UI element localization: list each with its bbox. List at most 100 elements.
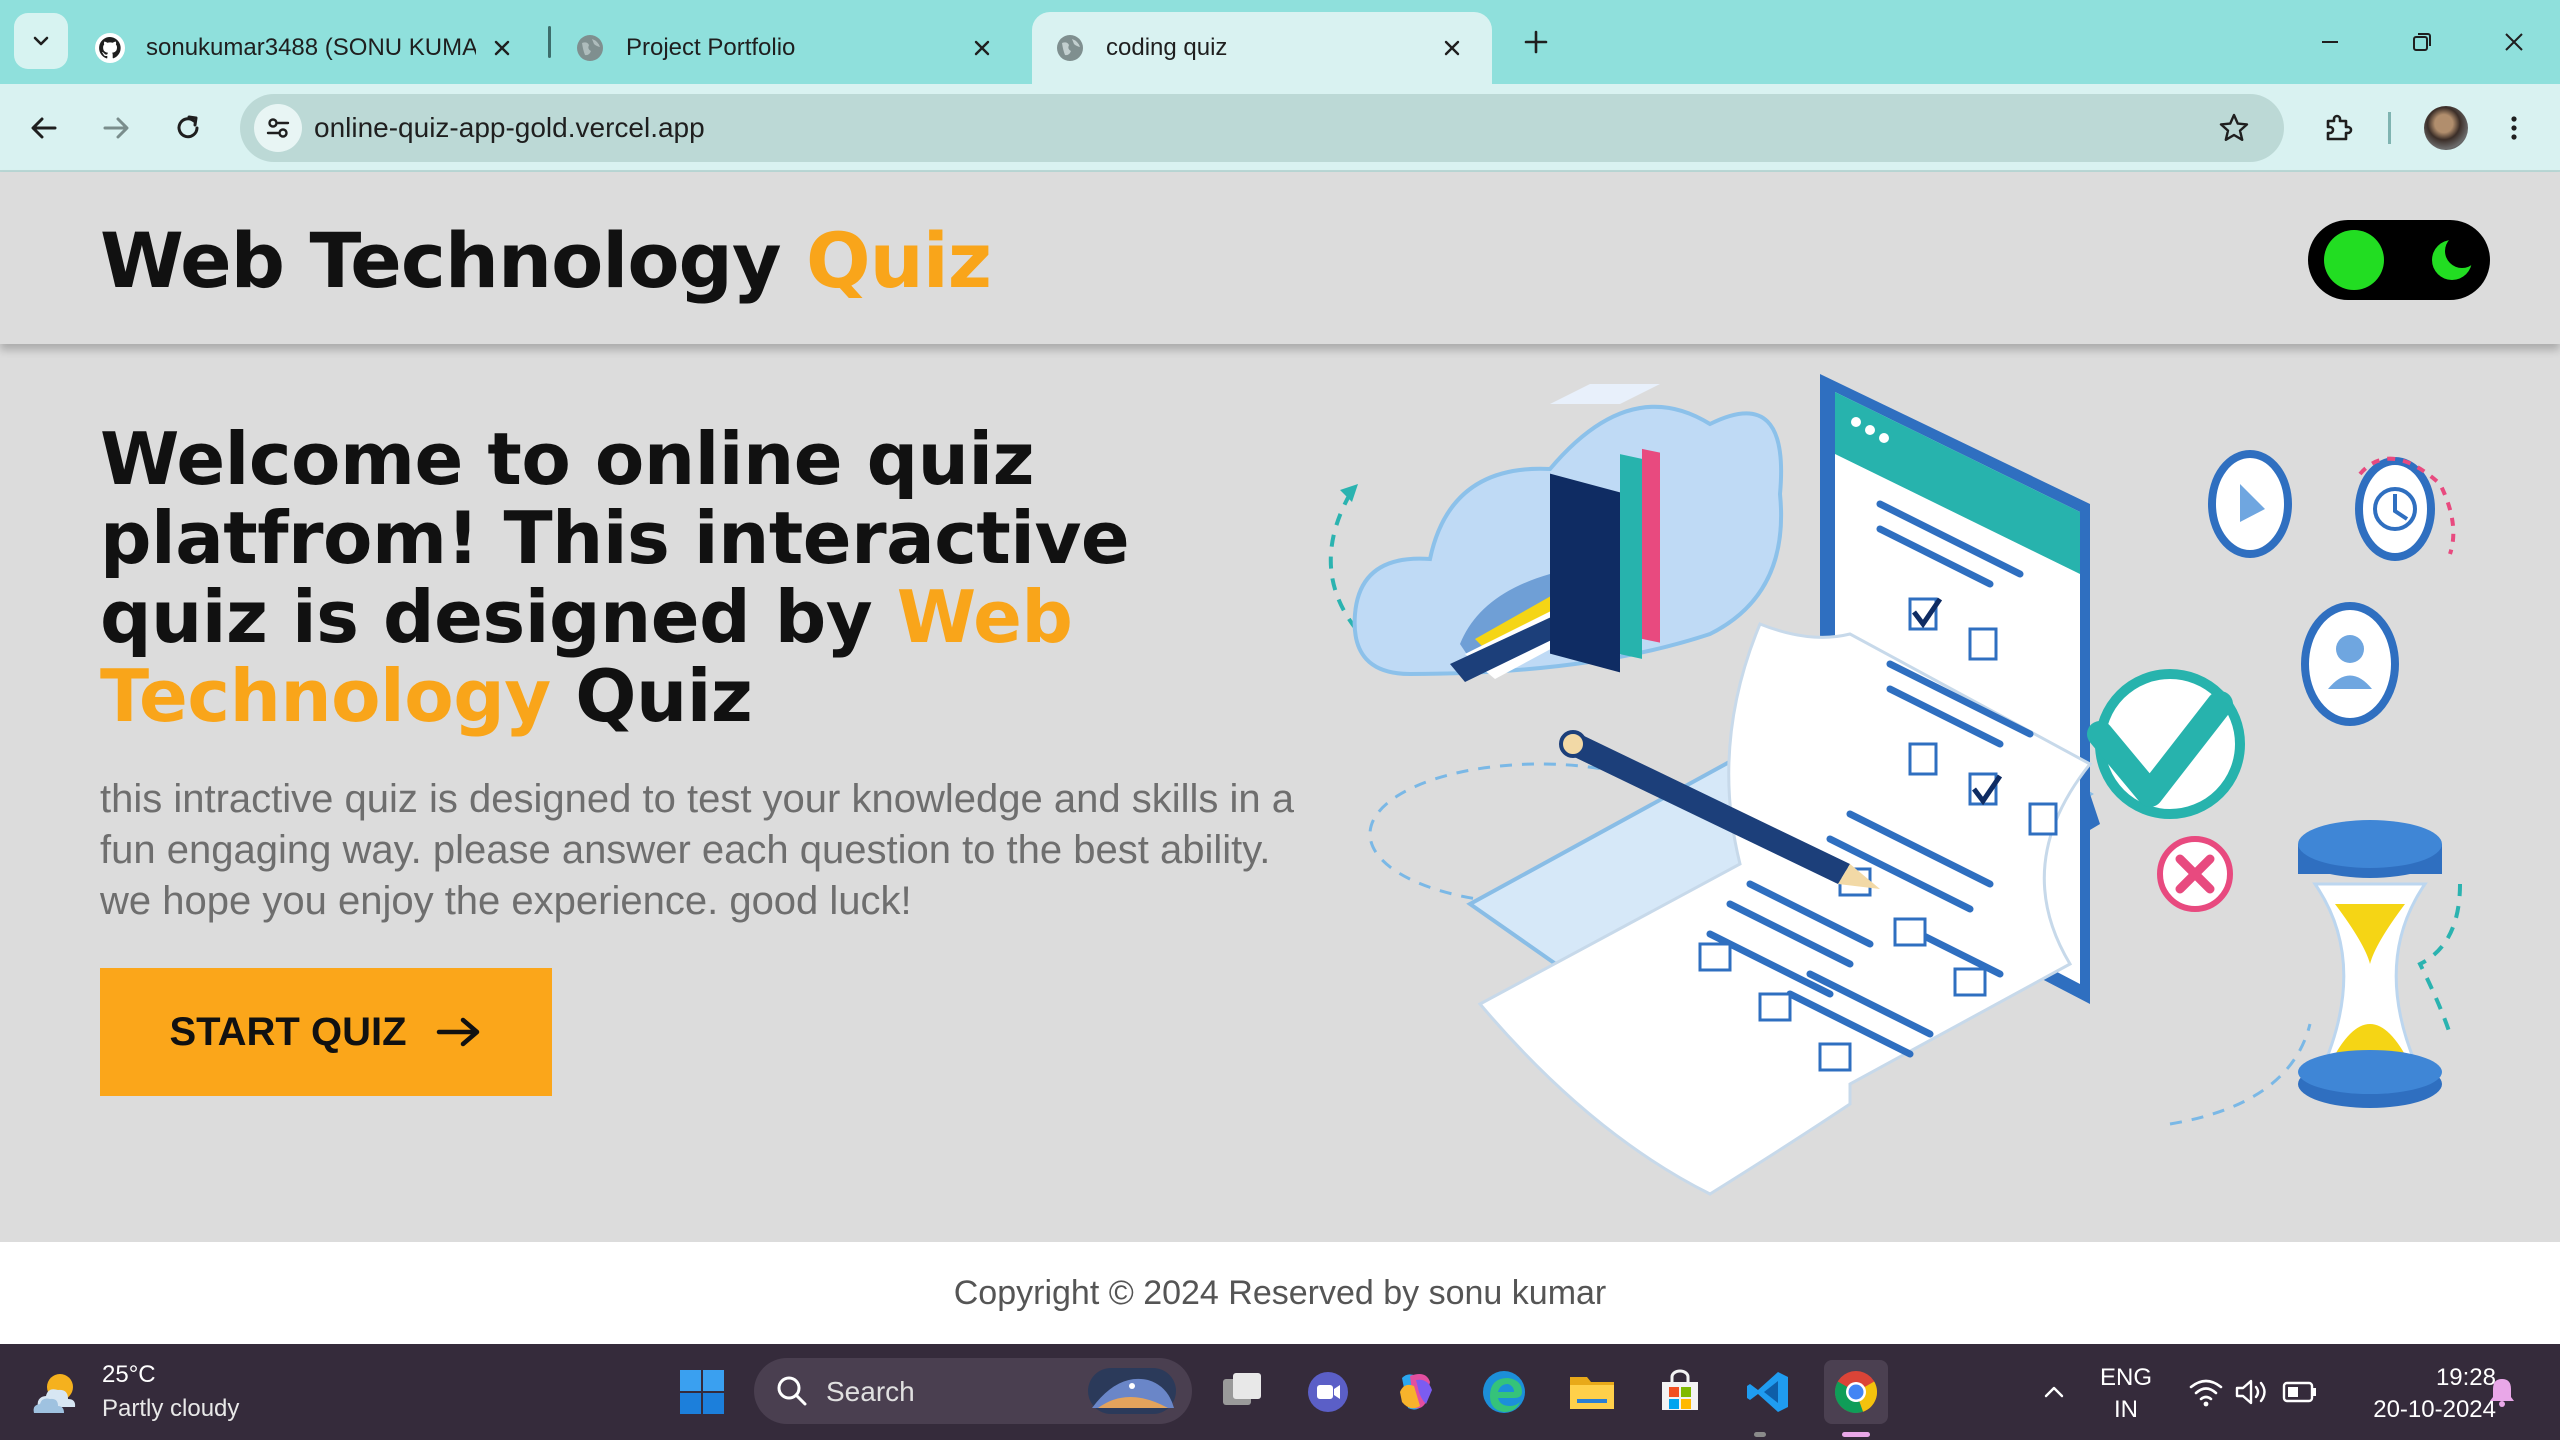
globe-icon <box>574 32 606 64</box>
moon-icon <box>2432 238 2474 280</box>
running-indicator <box>1754 1432 1766 1437</box>
show-hidden-icons-button[interactable] <box>2022 1360 2086 1424</box>
menu-button[interactable] <box>2490 104 2538 152</box>
vscode-button[interactable] <box>1736 1360 1800 1424</box>
github-icon <box>94 32 126 64</box>
more-vert-icon <box>2511 116 2517 140</box>
tab-github[interactable]: sonukumar3488 (SONU KUMAR <box>72 12 542 84</box>
close-tab-icon[interactable] <box>488 34 516 62</box>
active-indicator <box>1842 1432 1870 1437</box>
close-tab-icon[interactable] <box>1438 34 1466 62</box>
close-tab-icon[interactable] <box>968 34 996 62</box>
edge-button[interactable] <box>1472 1360 1536 1424</box>
logo-accent-text: Quiz <box>805 216 992 305</box>
tune-icon <box>266 118 290 138</box>
star-icon <box>2219 113 2249 141</box>
arrow-left-icon <box>31 117 57 139</box>
windows-taskbar: 25°C Partly cloudy Search ENG IN 19:28 2… <box>0 1344 2560 1440</box>
vscode-icon <box>1747 1372 1788 1412</box>
site-footer: Copyright © 2024 Reserved by sonu kumar <box>0 1242 2560 1344</box>
lang-region: IN <box>2114 1396 2138 1423</box>
video-chat-icon <box>1308 1372 1348 1412</box>
copilot-icon <box>1400 1374 1432 1410</box>
tab-title: sonukumar3488 (SONU KUMAR <box>146 34 476 61</box>
extensions-button[interactable] <box>2314 104 2362 152</box>
chrome-icon <box>1834 1371 1878 1414</box>
minimize-icon <box>2322 41 2338 43</box>
browser-toolbar: online-quiz-app-gold.vercel.app <box>0 84 2560 172</box>
site-info-button[interactable] <box>254 104 302 152</box>
partly-cloudy-icon <box>33 1374 76 1413</box>
edge-icon <box>1483 1371 1525 1413</box>
search-label: Search <box>826 1376 915 1407</box>
restore-button[interactable] <box>2398 18 2446 66</box>
teams-meet-button[interactable] <box>1296 1360 1360 1424</box>
hero-section: Welcome to online quiz platfrom! This in… <box>0 344 2560 1242</box>
lang-code: ENG <box>2100 1364 2153 1391</box>
battery-status[interactable] <box>2268 1360 2332 1424</box>
wifi-icon <box>2189 1379 2223 1407</box>
start-button[interactable] <box>670 1360 734 1424</box>
tab-separator <box>548 26 551 58</box>
chevron-up-icon <box>2044 1386 2064 1398</box>
toggle-knob <box>2324 230 2384 290</box>
site-logo[interactable]: Web Technology Quiz <box>100 216 992 305</box>
weather-temp: 25°C <box>102 1361 156 1388</box>
start-quiz-label: START QUIZ <box>169 1009 407 1054</box>
chrome-button[interactable] <box>1824 1360 1888 1424</box>
forward-button[interactable] <box>92 104 140 152</box>
tab-title: coding quiz <box>1106 34 1228 61</box>
plus-icon <box>1524 30 1548 54</box>
hero-title: Welcome to online quiz platfrom! This in… <box>100 420 1300 736</box>
chevron-down-icon <box>33 36 49 46</box>
file-explorer-button[interactable] <box>1560 1360 1624 1424</box>
taskbar-search[interactable]: Search <box>754 1358 1192 1424</box>
puzzle-icon <box>2326 114 2353 141</box>
close-window-button[interactable] <box>2490 18 2538 66</box>
minimize-button[interactable] <box>2306 18 2354 66</box>
browser-tab-bar: sonukumar3488 (SONU KUMAR Project Portfo… <box>0 0 2560 84</box>
start-quiz-button[interactable]: START QUIZ <box>100 968 552 1096</box>
tab-project-portfolio[interactable]: Project Portfolio <box>552 12 1022 84</box>
tab-title: Project Portfolio <box>626 34 796 61</box>
language-indicator[interactable]: ENG IN <box>2100 1362 2152 1426</box>
arrow-right-icon <box>436 1017 479 1047</box>
theme-toggle[interactable] <box>2308 220 2490 300</box>
bookmark-button[interactable] <box>2214 108 2254 148</box>
battery-icon <box>2282 1381 2316 1403</box>
new-tab-button[interactable] <box>1514 20 1558 64</box>
tab-search-button[interactable] <box>14 13 68 69</box>
windows-logo-icon <box>680 1370 724 1414</box>
quiz-illustration <box>1328 374 2462 1196</box>
toolbar-separator <box>2388 112 2391 144</box>
globe-icon <box>1054 32 1086 64</box>
search-highlight-icon <box>1088 1368 1176 1414</box>
bell-icon <box>2490 1379 2514 1407</box>
weather-desc: Partly cloudy <box>102 1395 240 1422</box>
hero-description: this intractive quiz is designed to test… <box>100 777 1294 923</box>
notifications-button[interactable] <box>2472 1360 2532 1424</box>
microsoft-store-button[interactable] <box>1648 1360 1712 1424</box>
url-text[interactable]: online-quiz-app-gold.vercel.app <box>314 112 705 144</box>
search-icon <box>777 1376 807 1406</box>
hero-title-text-end: Quiz <box>550 654 753 738</box>
folder-icon <box>1570 1377 1614 1409</box>
task-view-icon <box>1223 1373 1261 1405</box>
volume-icon <box>2235 1379 2266 1405</box>
logo-text: Web Technology <box>100 216 782 305</box>
address-bar[interactable]: online-quiz-app-gold.vercel.app <box>240 94 2284 162</box>
reload-icon <box>177 115 199 139</box>
tab-coding-quiz[interactable]: coding quiz <box>1032 12 1492 84</box>
store-icon <box>1662 1369 1698 1410</box>
copilot-button[interactable] <box>1384 1360 1448 1424</box>
restore-icon <box>2413 33 2431 51</box>
weather-widget[interactable]: 25°C Partly cloudy <box>30 1358 239 1426</box>
task-view-button[interactable] <box>1210 1360 1274 1424</box>
site-header: Web Technology Quiz <box>0 172 2560 344</box>
reload-button[interactable] <box>164 104 212 152</box>
arrow-right-icon <box>103 117 129 139</box>
back-button[interactable] <box>20 104 68 152</box>
profile-avatar[interactable] <box>2424 106 2468 150</box>
close-icon <box>2505 33 2523 51</box>
copyright-text: Copyright © 2024 Reserved by sonu kumar <box>953 1274 1607 1312</box>
